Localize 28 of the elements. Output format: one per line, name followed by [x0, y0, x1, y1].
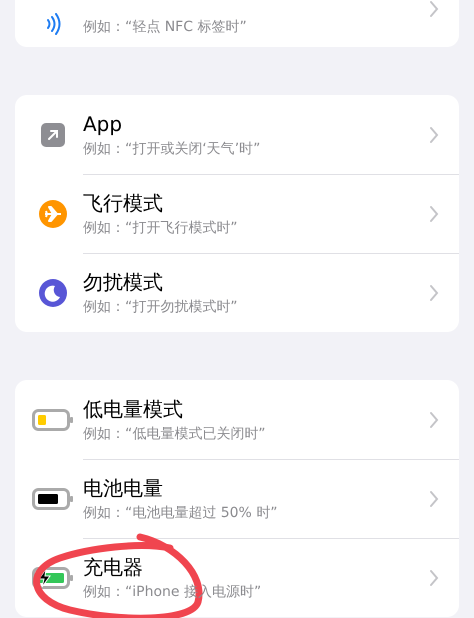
trigger-example: 例如：“低电量模式已关闭时” [83, 424, 267, 444]
chevron-right-icon [429, 205, 439, 223]
trigger-title: 电池电量 [83, 475, 164, 502]
airplane-icon [39, 200, 67, 228]
trigger-row[interactable]: 勿扰模式 例如：“打开勿扰模式时” [15, 253, 459, 332]
trigger-title: App [83, 110, 124, 138]
chevron-right-icon [429, 0, 439, 18]
trigger-example: 例如：“打开飞行模式时” [83, 219, 239, 238]
chevron-right-icon [429, 126, 439, 144]
battery-low-icon [32, 408, 74, 430]
trigger-row[interactable]: 飞行模式 例如：“打开飞行模式时” [15, 174, 459, 253]
trigger-title: 低电量模式 [83, 396, 184, 422]
trigger-example: 例如：“打开勿扰模式时” [83, 298, 239, 317]
trigger-row[interactable]: 电池电量 例如：“电池电量超过 50% 时” [15, 459, 459, 538]
trigger-title: 充电器 [83, 554, 144, 581]
battery-icon [32, 488, 74, 510]
trigger-row[interactable]: 低电量模式 例如：“低电量模式已关闭时” [15, 380, 459, 459]
trigger-example: 例如：“轻点 NFC 标签时” [83, 18, 248, 37]
chevron-right-icon [429, 284, 439, 302]
moon-icon [39, 278, 67, 306]
trigger-title: 勿扰模式 [83, 269, 164, 296]
trigger-title: 飞行模式 [83, 190, 164, 217]
trigger-example: 例如：“电池电量超过 50% 时” [83, 504, 279, 523]
chevron-right-icon [429, 410, 439, 428]
chevron-right-icon [429, 569, 439, 587]
trigger-example: 例如：“打开或关闭‘天气’时” [83, 140, 262, 158]
chevron-right-icon [429, 490, 439, 508]
trigger-row[interactable]: App 例如：“打开或关闭‘天气’时” [15, 95, 459, 174]
